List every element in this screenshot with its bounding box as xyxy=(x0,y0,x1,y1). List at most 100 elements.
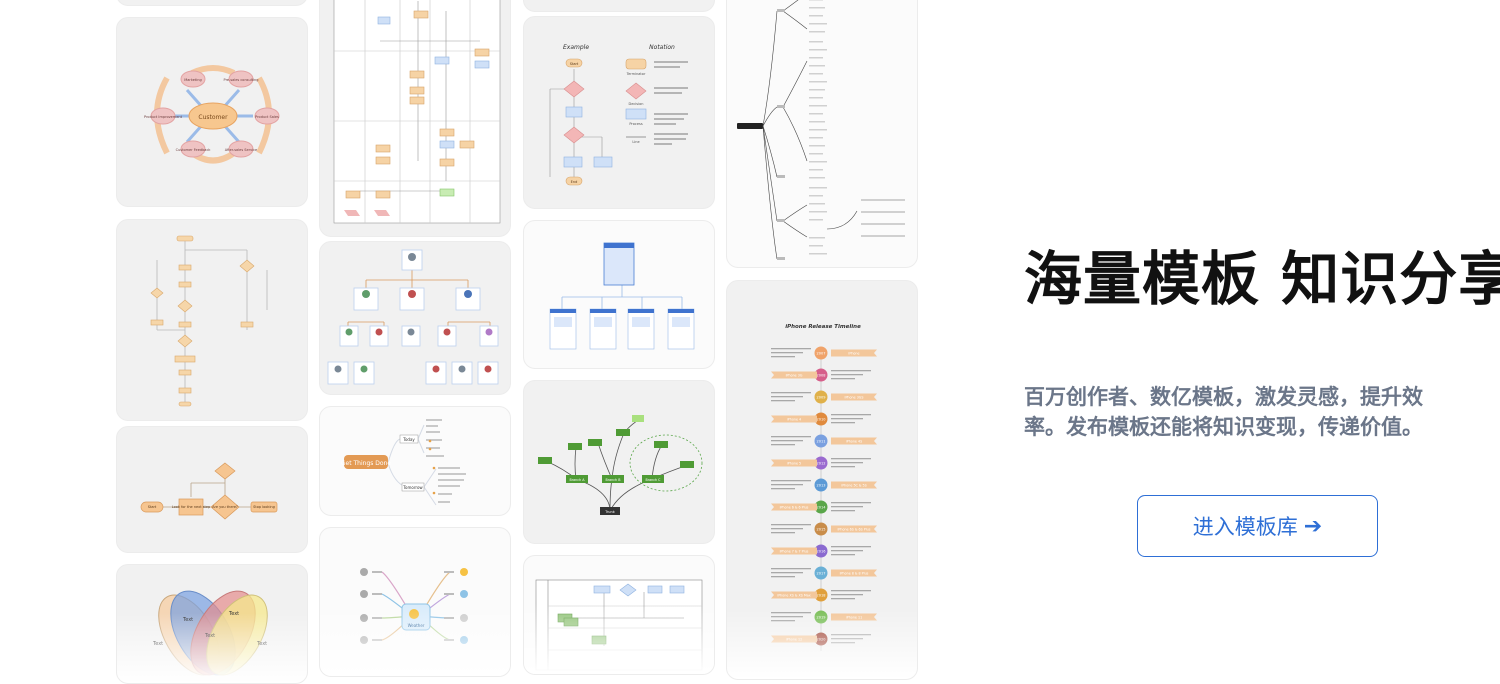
tree-branch-a: Branch A xyxy=(570,478,586,482)
timeline-description-line xyxy=(771,568,811,570)
customer-map-node-4: After-sales Service xyxy=(225,148,257,152)
cross-functional-diagram xyxy=(535,579,703,671)
template-card-wireframe-sitemap[interactable] xyxy=(523,220,715,369)
customer-map-node-5: Customer Feedback xyxy=(176,148,212,152)
flowchart-notation-diagram: Example Notation Start End Terminator De… xyxy=(549,44,688,186)
get-things-done-mindmap: Get Things Done Today Tomorrow xyxy=(341,419,466,506)
timeline-year-label: 2014 xyxy=(817,505,827,509)
timeline-model-label: iPhone 8 & 8 Plus xyxy=(840,571,869,575)
org-chart-diagram xyxy=(327,249,499,385)
template-card-process-flowchart[interactable] xyxy=(116,219,308,421)
timeline-description-line xyxy=(831,414,871,416)
timeline-year-label: 2007 xyxy=(817,351,826,355)
timeline-description-line xyxy=(831,550,863,552)
timeline-description-line xyxy=(831,374,863,376)
timeline-description-line xyxy=(831,462,863,464)
timeline-model-label: iPhone 5 xyxy=(787,461,801,465)
timeline-description-line xyxy=(771,436,811,438)
timeline-description-line xyxy=(771,392,811,394)
template-card-tree[interactable]: Trunk Branch A Branch B Branch C xyxy=(523,380,715,544)
timeline-year-label: 2011 xyxy=(817,439,826,443)
decision-loop-diagram: Start Look for the next step Are you the… xyxy=(140,462,278,520)
swimlane-diagram xyxy=(333,0,501,224)
timeline-description-line xyxy=(831,594,863,596)
timeline-year-label: 2017 xyxy=(817,571,826,575)
timeline-model-label: iPhone 3G xyxy=(786,373,803,377)
notation-example-heading: Example xyxy=(563,44,589,51)
timeline-year-label: 2013 xyxy=(817,483,826,487)
timeline-description-line xyxy=(771,396,803,398)
timeline-year-label: 2012 xyxy=(817,461,826,465)
decision-loop-stop: Stop looking xyxy=(253,505,275,509)
venn-label-2: Text xyxy=(228,611,239,617)
template-card-partial-top[interactable] xyxy=(116,0,308,6)
customer-map-center: Customer xyxy=(198,114,228,121)
template-card-get-things-done[interactable]: Get Things Done Today Tomorrow xyxy=(319,406,511,516)
enter-template-library-button[interactable]: 进入模板库 ➔ xyxy=(1137,495,1378,557)
customer-map-node-2: Pre-sales consulting xyxy=(224,78,259,82)
timeline-model-label: iPhone 6S & 6S Plus xyxy=(838,527,871,531)
timeline-description-line xyxy=(771,480,811,482)
template-card-customer-map[interactable]: Customer Marketing Pre-sales consulting … xyxy=(116,17,308,207)
timeline-model-label: iPhone XS & XS Max xyxy=(777,593,810,597)
template-card-cross-functional[interactable] xyxy=(523,555,715,675)
arrow-right-icon: ➔ xyxy=(1303,513,1323,539)
timeline-description-line xyxy=(771,484,803,486)
timeline-description-line xyxy=(771,488,795,490)
timeline-description-line xyxy=(831,546,871,548)
weather-mindmap: Weather xyxy=(360,568,468,644)
notation-shape-line: Line xyxy=(632,140,639,144)
timeline-model-label: iPhone 5C & 5S xyxy=(841,483,866,487)
things-done-branch-today: Today xyxy=(402,437,415,442)
timeline-model-label: iPhone 4 xyxy=(787,417,801,421)
timeline-year-label: 2010 xyxy=(817,417,826,421)
wireframe-sitemap-diagram xyxy=(549,242,695,350)
template-card-iphone-timeline[interactable]: iPhone Release Timeline 2007 iPhone 2008 iP… xyxy=(726,280,918,680)
tree-diagram: Trunk Branch A Branch B Branch C xyxy=(538,415,703,515)
timeline-description-line xyxy=(831,502,871,504)
template-card-flowchart-notation[interactable]: Example Notation Start End Terminator De… xyxy=(523,16,715,209)
timeline-description-line xyxy=(831,598,855,600)
template-card-horizontal-mindmap[interactable] xyxy=(726,0,918,268)
timeline-description-line xyxy=(771,348,811,350)
template-card-swimlane[interactable] xyxy=(319,0,511,237)
process-flowchart-diagram xyxy=(150,235,268,407)
iphone-timeline-diagram: iPhone Release Timeline 2007 iPhone 2008 iP… xyxy=(771,324,877,651)
timeline-year-label: 2015 xyxy=(817,527,826,531)
timeline-model-label: iPhone 4S xyxy=(846,439,862,443)
template-card-partial-top[interactable] xyxy=(523,0,715,12)
template-card-org-chart[interactable] xyxy=(319,241,511,395)
timeline-model-label: iPhone 3GS xyxy=(845,395,864,399)
venn-label-4: Text xyxy=(152,641,163,647)
horizontal-mindmap-diagram xyxy=(737,0,905,260)
timeline-description-line xyxy=(771,572,803,574)
timeline-description-line xyxy=(771,528,803,530)
notation-shape-process: Process xyxy=(629,122,642,126)
timeline-description-line xyxy=(831,590,871,592)
hero-title: 海量模板 知识分享 xyxy=(1024,245,1500,313)
things-done-center: Get Things Done xyxy=(341,460,391,467)
timeline-description-line xyxy=(831,638,863,640)
timeline-description-line xyxy=(771,440,803,442)
timeline-model-label: iPhone 12 xyxy=(786,637,802,641)
timeline-description-line xyxy=(771,352,803,354)
timeline-description-line xyxy=(831,422,855,424)
timeline-description-line xyxy=(831,458,871,460)
customer-map-node-6: Product Improvement xyxy=(144,115,183,119)
decision-loop-step: Look for the next step xyxy=(172,505,211,509)
timeline-model-label: iPhone 7 & 7 Plus xyxy=(780,549,809,553)
timeline-title: iPhone Release Timeline xyxy=(785,324,861,330)
template-card-decision-loop[interactable]: Start Look for the next step Are you the… xyxy=(116,426,308,553)
timeline-year-label: 2009 xyxy=(817,395,826,399)
timeline-description-line xyxy=(831,642,855,644)
template-card-venn[interactable]: Text Text Text Text Text xyxy=(116,564,308,684)
timeline-description-line xyxy=(771,612,811,614)
template-card-weather[interactable]: Weather xyxy=(319,527,511,677)
timeline-description-line xyxy=(771,532,795,534)
timeline-year-label: 2019 xyxy=(817,615,826,619)
timeline-model-label: iPhone 6 & 6 Plus xyxy=(780,505,809,509)
timeline-description-line xyxy=(831,634,871,636)
timeline-model-label: iPhone xyxy=(848,351,859,355)
timeline-year-label: 2018 xyxy=(817,593,826,597)
venn-label-5: Text xyxy=(256,641,267,647)
